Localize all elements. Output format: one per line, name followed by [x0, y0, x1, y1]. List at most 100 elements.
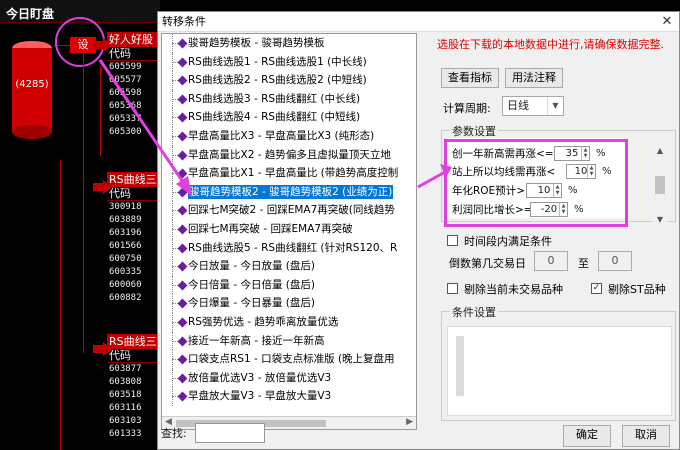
formula-list-item-label: RS曲线选股2 - RS曲线选股2 (中短线)	[188, 74, 367, 87]
formula-list-item[interactable]: RS曲线选股4 - RS曲线翻红 (中短线)	[162, 108, 416, 127]
formula-list-item-label: 骏哥趋势模板 - 骏哥趋势模板	[188, 37, 325, 49]
formula-list-item-label: RS曲线选股3 - RS曲线翻红 (中长线)	[188, 92, 361, 105]
formula-list-item[interactable]: RS强势优选 - 趋势乖离放量优选	[162, 312, 416, 332]
ok-button[interactable]: 确定	[563, 425, 611, 447]
condition-group: 条件设置	[441, 304, 676, 421]
formula-list-item[interactable]: 骏哥趋势模板 - 骏哥趋势模板	[162, 34, 416, 53]
param-highlight-box	[444, 139, 628, 227]
reverse-day-label: 倒数第几交易日	[449, 257, 526, 270]
condition-scrollbar[interactable]	[456, 336, 464, 396]
formula-list-item[interactable]: 早盘放大量V3 - 早盘放大量V3	[162, 387, 416, 406]
formula-icon	[177, 94, 188, 105]
scroll-up-icon[interactable]: ▲	[652, 146, 668, 155]
formula-list-item-label: 今日放量 - 今日放量 (盘后)	[188, 260, 315, 273]
period-select[interactable]: 日线 ▼	[502, 96, 564, 116]
scroll-thumb[interactable]	[655, 176, 665, 194]
formula-list-item[interactable]: 早盘高量比X2 - 趋势偏多且虚拟量顶天立地	[162, 145, 416, 165]
formula-list-item[interactable]: 早盘高量比X3 - 早盘高量比X3 (纯形态)	[162, 126, 416, 146]
formula-list-item[interactable]: 今日倍量 - 今日倍量 (盘后)	[162, 275, 416, 295]
formula-icon	[177, 373, 188, 384]
stock-code[interactable]: 601566	[107, 240, 159, 253]
stock-code[interactable]: 603808	[107, 376, 159, 389]
close-icon[interactable]: ✕	[655, 12, 679, 32]
time-range-label: 时间段内满足条件	[464, 235, 552, 248]
search-input[interactable]	[195, 423, 265, 443]
formula-list-item[interactable]: 回踩七M再突破 - 回踩EMA7再突破	[162, 219, 416, 239]
param-group-title: 参数设置	[450, 123, 498, 139]
stock-code[interactable]: 603103	[107, 415, 159, 428]
stock-code[interactable]: 600335	[107, 266, 159, 279]
stock-pool-cylinder[interactable]	[10, 40, 54, 140]
formula-icon	[177, 261, 188, 272]
formula-list-item[interactable]: 口袋支点RS1 - 口袋支点标准版 (晚上复盘用	[162, 350, 416, 369]
stock-code[interactable]: 600882	[107, 292, 159, 305]
exclude-untraded-checkbox[interactable]	[447, 283, 458, 294]
stock-code[interactable]: 603116	[107, 402, 159, 415]
formula-icon	[177, 354, 188, 365]
stock-code[interactable]: 603877	[107, 363, 159, 376]
formula-icon	[177, 205, 188, 216]
stock-code[interactable]: 605300	[107, 126, 159, 139]
formula-list[interactable]: 骏哥趋势模板 - 骏哥趋势模板 RS曲线选股1 - RS曲线选股1 (中长线) RS…	[161, 33, 417, 430]
formula-list-item-label: RS强势优选 - 趋势乖离放量优选	[188, 315, 339, 328]
stock-code[interactable]: 605368	[107, 100, 159, 113]
to-label: 至	[578, 257, 589, 270]
formula-list-item[interactable]: 今日爆量 - 今日暴量 (盘后)	[162, 294, 416, 313]
chevron-down-icon[interactable]: ▼	[547, 97, 563, 115]
panel-header: 好人好股	[107, 32, 159, 47]
formula-icon	[177, 131, 188, 142]
usage-button[interactable]: 用法注释	[505, 68, 563, 88]
day-to-input[interactable]: 0	[598, 251, 632, 271]
day-from-input[interactable]: 0	[534, 251, 568, 271]
tree-line	[60, 160, 61, 450]
tree-line	[100, 66, 101, 156]
formula-list-item[interactable]: RS曲线选股5 - RS曲线翻红 (针对RS120、R	[162, 238, 416, 258]
stock-code[interactable]: 300918	[107, 201, 159, 214]
view-formula-button[interactable]: 查看指标	[441, 68, 499, 88]
stock-code[interactable]: 601333	[107, 428, 159, 441]
formula-icon	[177, 391, 188, 402]
formula-icon	[177, 168, 188, 179]
stock-code[interactable]: 603889	[107, 214, 159, 227]
stock-panel-1[interactable]: 好人好股 代码 605599 605577 605598 605368 6053…	[107, 32, 159, 139]
formula-list-item[interactable]: 骏哥趋势模板2 - 骏哥趋势模板2 (业绩为正)	[162, 182, 416, 202]
formula-list-item-label: 骏哥趋势模板2 - 骏哥趋势模板2 (业绩为正)	[188, 184, 394, 199]
formula-list-item[interactable]: 早盘高量比X1 - 早盘高量比 (带趋势高度控制	[162, 164, 416, 183]
formula-list-item-label: RS曲线选股4 - RS曲线翻红 (中短线)	[188, 111, 361, 124]
scroll-down-icon[interactable]: ▼	[652, 215, 668, 224]
formula-list-item[interactable]: RS曲线选股2 - RS曲线选股2 (中短线)	[162, 71, 416, 90]
panel-header: RS曲线三	[107, 172, 159, 187]
scroll-right-icon[interactable]: ▶	[406, 417, 413, 427]
stock-code[interactable]: 605599	[107, 61, 159, 74]
cancel-button[interactable]: 取消	[622, 425, 670, 447]
stock-code[interactable]: 603518	[107, 389, 159, 402]
formula-list-item[interactable]: RS曲线选股1 - RS曲线选股1 (中长线)	[162, 52, 416, 72]
stock-panel-3[interactable]: RS曲线三 代码 603877 603808 603518 603116 603…	[107, 334, 159, 441]
formula-list-item[interactable]: 今日放量 - 今日放量 (盘后)	[162, 257, 416, 276]
formula-icon	[177, 75, 188, 86]
stock-code[interactable]: 605337	[107, 113, 159, 126]
stock-code[interactable]: 600750	[107, 253, 159, 266]
exclude-untraded-label: 剔除当前未交易品种	[464, 283, 563, 296]
formula-list-item[interactable]: 接近一年新高 - 接近一年新高	[162, 331, 416, 351]
period-label: 计算周期:	[443, 102, 491, 115]
param-scrollbar[interactable]: ▲ ▼	[652, 146, 668, 224]
time-range-checkbox[interactable]	[447, 235, 458, 246]
stock-code[interactable]: 600060	[107, 279, 159, 292]
exclude-st-checkbox[interactable]: ✓	[591, 283, 602, 294]
panel-column-header: 代码	[107, 47, 159, 61]
formula-list-item-label: 接近一年新高 - 接近一年新高	[188, 334, 325, 347]
stock-code[interactable]: 605577	[107, 74, 159, 87]
condition-textarea[interactable]	[447, 326, 672, 416]
panel-column-header: 代码	[107, 187, 159, 201]
formula-list-item[interactable]: 放倍量优选V3 - 放倍量优选V3	[162, 368, 416, 388]
stock-code[interactable]: 605598	[107, 87, 159, 100]
formula-list-item-label: 早盘放大量V3 - 早盘放大量V3	[188, 390, 332, 403]
formula-list-item-label: 回踩七M再突破 - 回踩EMA7再突破	[188, 222, 353, 235]
formula-icon	[177, 57, 188, 68]
stock-panel-2[interactable]: RS曲线三 代码 300918 603889 603196 601566 600…	[107, 172, 159, 305]
stock-code[interactable]: 603196	[107, 227, 159, 240]
formula-list-item-label: 早盘高量比X2 - 趋势偏多且虚拟量顶天立地	[188, 148, 391, 161]
formula-list-item[interactable]: 回踩七M突破2 - 回踩EMA7再突破(同线趋势	[162, 201, 416, 220]
formula-list-item[interactable]: RS曲线选股3 - RS曲线翻红 (中长线)	[162, 89, 416, 109]
